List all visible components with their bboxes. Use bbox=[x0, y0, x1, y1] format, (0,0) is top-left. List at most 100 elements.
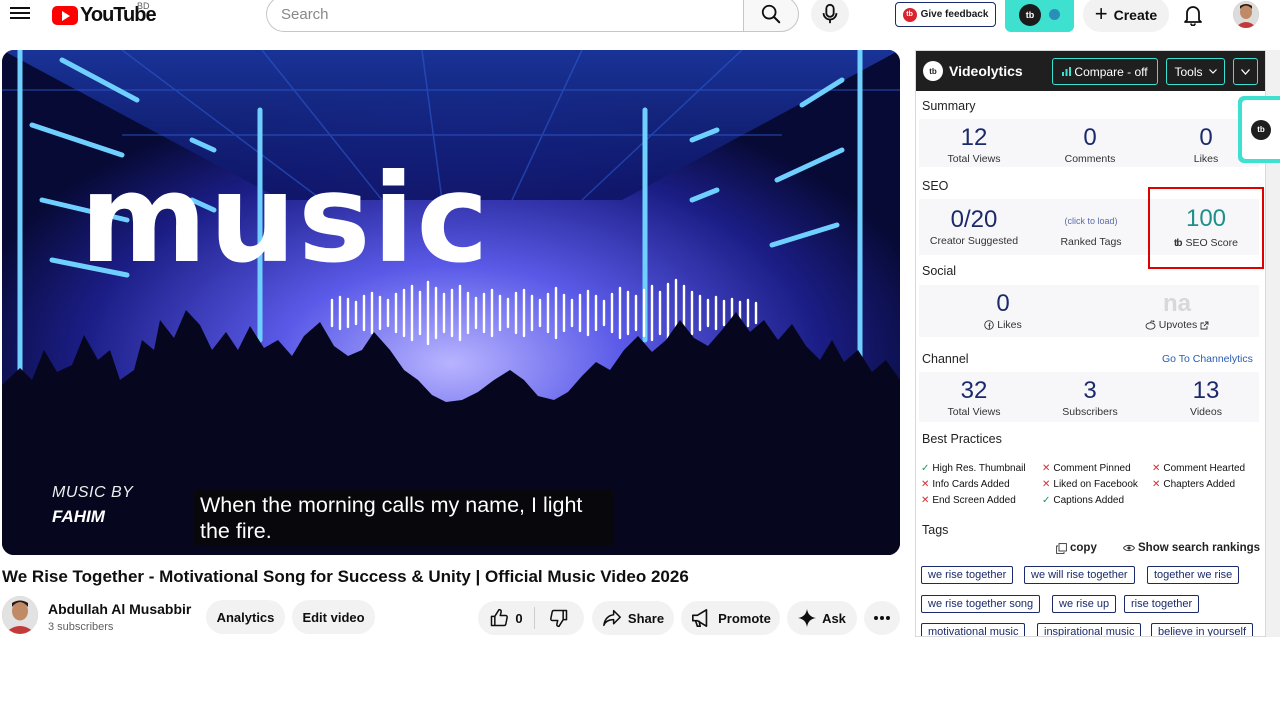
dislike-button[interactable] bbox=[535, 601, 583, 635]
videolytics-panel: tb Videolytics Compare - off Tools Summa… bbox=[915, 50, 1266, 637]
create-button[interactable]: + Create bbox=[1083, 0, 1169, 32]
share-icon bbox=[603, 609, 621, 627]
ask-label: Ask bbox=[822, 610, 846, 626]
social-upvotes: na Upvotes bbox=[1090, 291, 1264, 331]
panel-collapse-button[interactable] bbox=[1233, 58, 1258, 85]
subscriber-count: 3 subscribers bbox=[48, 621, 114, 633]
tubebuddy-toggle[interactable]: tb bbox=[1005, 0, 1074, 32]
give-feedback-button[interactable]: tb Give feedback bbox=[895, 2, 996, 27]
tubebuddy-icon: tb bbox=[1251, 119, 1271, 140]
mic-icon bbox=[822, 3, 838, 24]
copy-tags-button[interactable]: copy bbox=[1056, 542, 1097, 554]
bell-icon bbox=[1184, 6, 1202, 26]
stat-value: 3 bbox=[1083, 377, 1097, 404]
stat-value: 12 bbox=[960, 124, 988, 151]
status-dot-icon bbox=[1049, 9, 1060, 20]
side-tab-inner: tb bbox=[1242, 100, 1280, 159]
search-button[interactable] bbox=[743, 0, 799, 32]
tag-chip[interactable]: we rise together song bbox=[921, 595, 1041, 613]
notifications-button[interactable] bbox=[1180, 2, 1206, 28]
like-button[interactable]: 0 bbox=[478, 601, 534, 635]
channel-avatar[interactable] bbox=[2, 596, 38, 634]
best-practice-item: ✕ Comment Hearted bbox=[1152, 463, 1245, 474]
cross-icon: ✕ bbox=[921, 495, 930, 506]
channel-videos: 13 Videos bbox=[1148, 377, 1264, 419]
check-icon: ✓ bbox=[1042, 495, 1051, 506]
best-practice-item: ✕ Chapters Added bbox=[1152, 479, 1235, 490]
tools-dropdown[interactable]: Tools bbox=[1166, 58, 1225, 85]
account-avatar[interactable] bbox=[1233, 1, 1259, 28]
cross-icon: ✕ bbox=[1152, 479, 1161, 490]
videolytics-title: Videolytics bbox=[949, 63, 1023, 79]
stat-label-row[interactable]: Upvotes bbox=[1090, 319, 1264, 331]
tag-chip[interactable]: inspirational music bbox=[1037, 623, 1142, 636]
stat-label: Comments bbox=[1064, 153, 1116, 165]
best-practice-item: ✕ Liked on Facebook bbox=[1042, 479, 1138, 490]
tubebuddy-icon: tb bbox=[1019, 3, 1041, 26]
more-actions-button[interactable] bbox=[864, 601, 900, 635]
music-by-name: FAHIM bbox=[52, 507, 105, 526]
tag-chip[interactable]: believe in yourself bbox=[1151, 623, 1254, 636]
youtube-watch-page: YouTube BD tb Give feedback tb + Create bbox=[0, 0, 1280, 720]
promote-label: Promote bbox=[718, 610, 771, 626]
channel-name[interactable]: Abdullah Al Musabbir bbox=[48, 601, 191, 617]
rankings-label: Show search rankings bbox=[1138, 542, 1261, 554]
seo-score-label-row: tb SEO Score bbox=[1150, 237, 1262, 249]
top-bar: YouTube BD tb Give feedback tb + Create bbox=[0, 0, 1280, 32]
analytics-label: Analytics bbox=[216, 609, 275, 625]
best-practice-text: Comment Pinned bbox=[1053, 463, 1131, 474]
seo-score-box[interactable]: 100 tb SEO Score bbox=[1148, 187, 1264, 269]
copy-icon bbox=[1056, 542, 1067, 554]
edit-video-button[interactable]: Edit video bbox=[292, 600, 375, 634]
edit-video-label: Edit video bbox=[302, 609, 365, 625]
videolytics-header: tb Videolytics Compare - off Tools bbox=[916, 51, 1265, 91]
tag-chip[interactable]: rise together bbox=[1124, 595, 1200, 613]
thumbs-down-icon bbox=[550, 609, 568, 628]
tag-chip[interactable]: we will rise together bbox=[1024, 566, 1135, 584]
cross-icon: ✕ bbox=[921, 479, 930, 490]
best-practice-text: High Res. Thumbnail bbox=[932, 463, 1026, 474]
compare-label: Compare - off bbox=[1074, 64, 1148, 79]
eye-icon bbox=[1123, 544, 1135, 552]
music-by-label: MUSIC BY bbox=[52, 484, 134, 501]
promote-button[interactable]: Promote bbox=[681, 601, 780, 635]
ranked-tags-load-link[interactable]: (click to load) bbox=[1046, 216, 1136, 226]
menu-icon[interactable] bbox=[9, 3, 31, 25]
reddit-icon bbox=[1145, 320, 1156, 330]
share-button[interactable]: Share bbox=[592, 601, 674, 635]
channelytics-link[interactable]: Go To Channelytics bbox=[1162, 353, 1253, 365]
stat-value: 0 bbox=[996, 290, 1010, 317]
channel-subscribers: 3 Subscribers bbox=[1032, 377, 1148, 419]
video-frame bbox=[2, 50, 900, 555]
more-horizontal-icon bbox=[874, 616, 890, 620]
tag-chip[interactable]: together we rise bbox=[1147, 566, 1240, 584]
best-practice-text: Info Cards Added bbox=[932, 479, 1010, 490]
feedback-label: Give feedback bbox=[920, 9, 989, 20]
chevron-down-icon bbox=[1241, 68, 1250, 75]
search-input[interactable] bbox=[281, 5, 744, 23]
region-code: BD bbox=[137, 1, 150, 11]
tag-chip[interactable]: we rise up bbox=[1052, 595, 1117, 613]
ask-button[interactable]: Ask bbox=[787, 601, 857, 635]
compare-toggle-button[interactable]: Compare - off bbox=[1052, 58, 1158, 85]
best-practices-heading: Best Practices bbox=[922, 432, 1002, 446]
best-practice-text: End Screen Added bbox=[932, 495, 1016, 506]
analytics-button[interactable]: Analytics bbox=[206, 600, 285, 634]
show-search-rankings-button[interactable]: Show search rankings bbox=[1123, 542, 1260, 554]
youtube-play-icon bbox=[52, 5, 78, 25]
stat-value: 13 bbox=[1192, 377, 1220, 404]
tag-chip[interactable]: motivational music bbox=[921, 623, 1026, 636]
avatar-icon bbox=[1233, 1, 1259, 28]
channel-total-views: 32 Total Views bbox=[916, 378, 1032, 419]
tubebuddy-side-tab[interactable]: tb bbox=[1238, 96, 1280, 163]
stat-label: Total Views bbox=[947, 406, 1001, 418]
search-box[interactable] bbox=[266, 0, 744, 32]
tag-chip[interactable]: we rise together bbox=[921, 566, 1014, 584]
facebook-icon bbox=[984, 320, 994, 330]
stat-label: Total Views bbox=[947, 153, 1001, 165]
stat-value: 0/20 bbox=[950, 206, 998, 233]
summary-heading: Summary bbox=[922, 99, 976, 113]
stat-value: na bbox=[1162, 290, 1191, 317]
video-player[interactable]: music MUSIC BY FAHIM When the morning ca… bbox=[2, 50, 900, 555]
voice-search-button[interactable] bbox=[811, 0, 849, 32]
